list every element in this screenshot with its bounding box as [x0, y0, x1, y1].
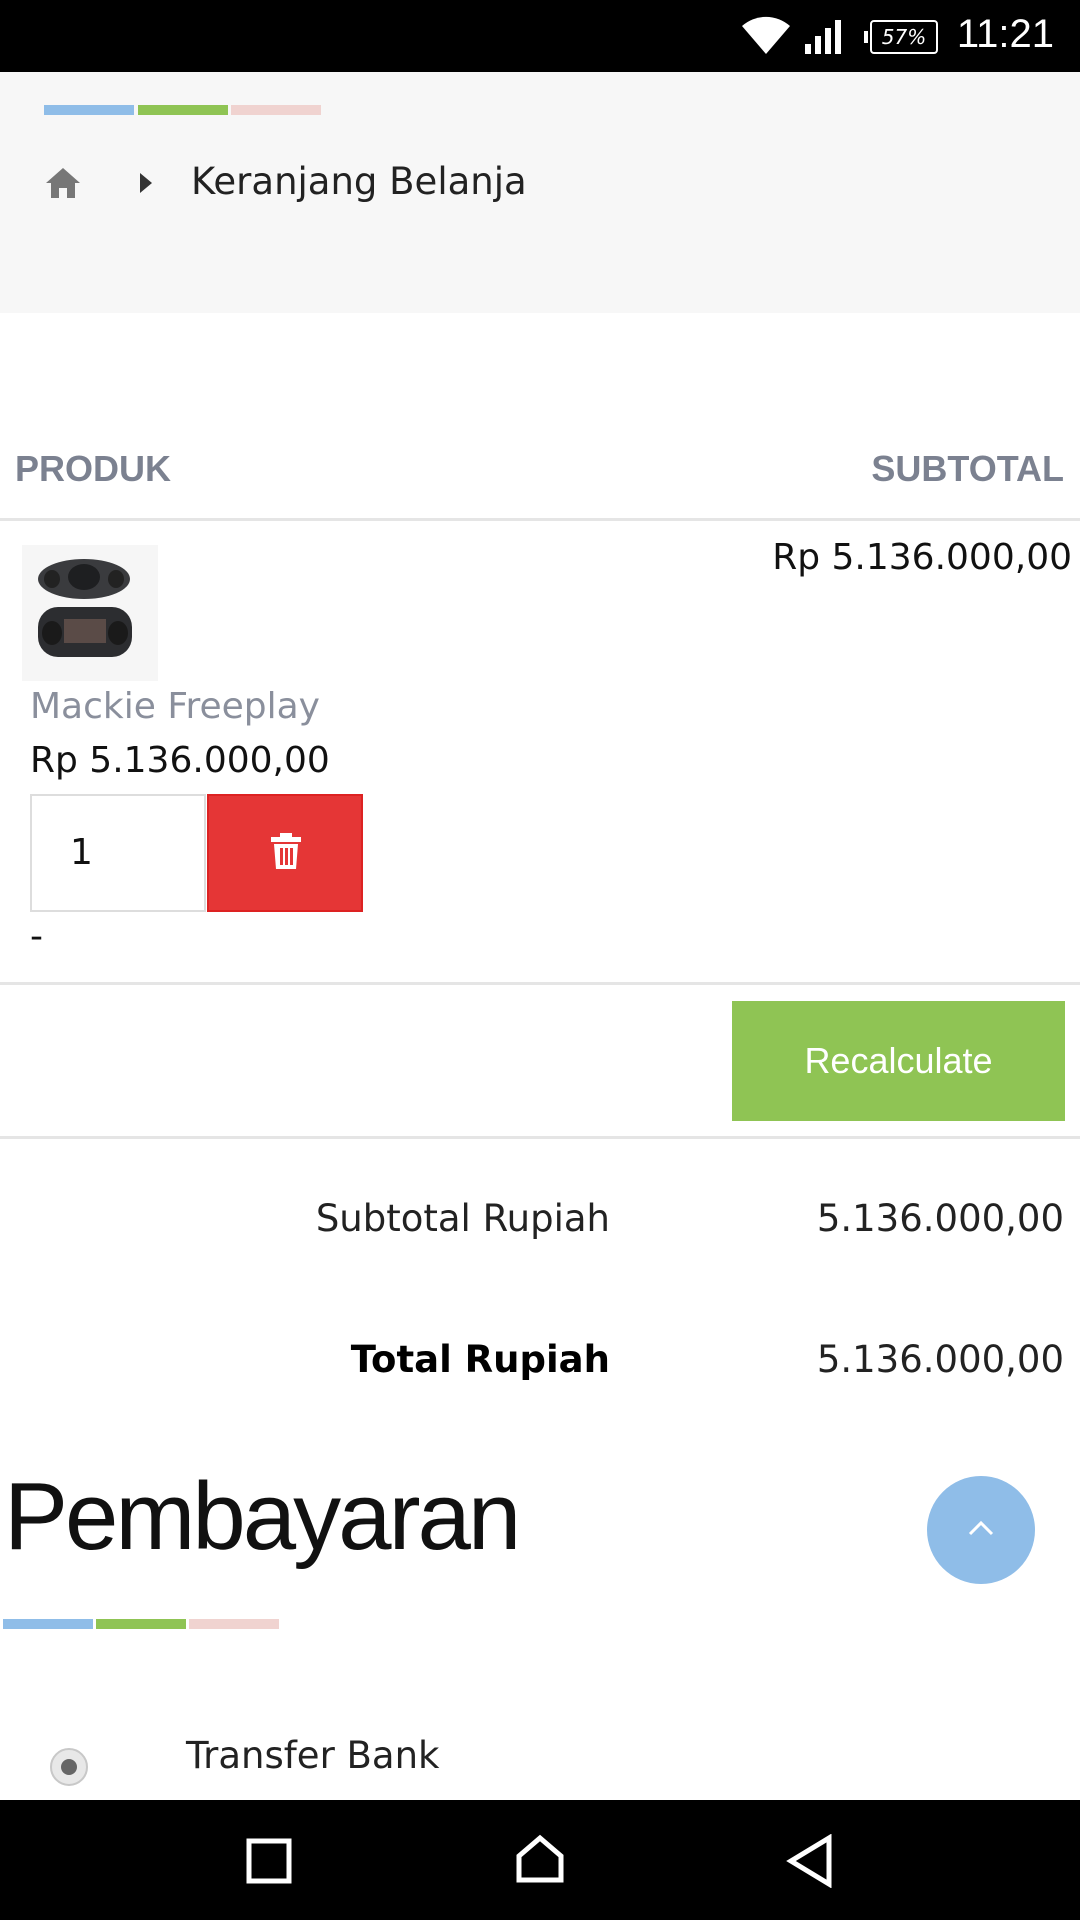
subtotal-value: 5.136.000,00: [816, 1197, 1064, 1240]
battery-indicator: 57%: [864, 20, 938, 54]
total-label: Total Rupiah: [350, 1338, 610, 1381]
clock: 11:21: [956, 12, 1054, 56]
section-stripe-green: [96, 1619, 186, 1629]
home-nav-icon[interactable]: [515, 1834, 565, 1884]
divider: [0, 982, 1080, 985]
line-subtotal: Rp 5.136.000,00: [772, 537, 1072, 578]
recent-apps-icon[interactable]: [246, 1838, 292, 1884]
header-stripe-pink: [231, 105, 321, 115]
divider: [0, 518, 1080, 521]
section-stripe-blue: [3, 1619, 93, 1629]
trash-icon: [271, 833, 301, 869]
subtotal-label: Subtotal Rupiah: [315, 1197, 610, 1240]
payment-radio-transfer-bank[interactable]: [50, 1748, 88, 1786]
wifi-icon: [742, 16, 790, 54]
breadcrumb-current: Keranjang Belanja: [191, 160, 527, 203]
caret-right-icon: [140, 173, 152, 193]
status-bar: 57% 11:21: [0, 0, 1080, 72]
product-price: Rp 5.136.000,00: [30, 740, 330, 781]
chevron-up-icon: [968, 1520, 994, 1536]
scroll-top-button[interactable]: [927, 1476, 1035, 1584]
section-title: Pembayaran: [4, 1463, 521, 1570]
divider: [0, 1136, 1080, 1139]
section-stripe-pink: [189, 1619, 279, 1629]
quantity-input[interactable]: 1: [30, 794, 206, 912]
item-note: -: [30, 916, 43, 957]
speaker-image: [38, 559, 132, 657]
delete-item-button[interactable]: [207, 794, 363, 912]
recalculate-button[interactable]: Recalculate: [732, 1001, 1065, 1121]
payment-option-label[interactable]: Transfer Bank: [186, 1734, 439, 1777]
product-image[interactable]: [22, 545, 158, 681]
back-icon[interactable]: [785, 1834, 835, 1888]
home-icon[interactable]: [44, 166, 82, 200]
total-value: 5.136.000,00: [816, 1338, 1064, 1381]
system-nav-bar: [0, 1800, 1080, 1920]
product-name-link[interactable]: Mackie Freeplay: [30, 686, 320, 727]
signal-icon: [805, 20, 841, 54]
header-stripe-green: [138, 105, 228, 115]
column-header-product: PRODUK: [15, 448, 172, 489]
header-stripe-blue: [44, 105, 134, 115]
column-header-subtotal: SUBTOTAL: [871, 448, 1064, 489]
